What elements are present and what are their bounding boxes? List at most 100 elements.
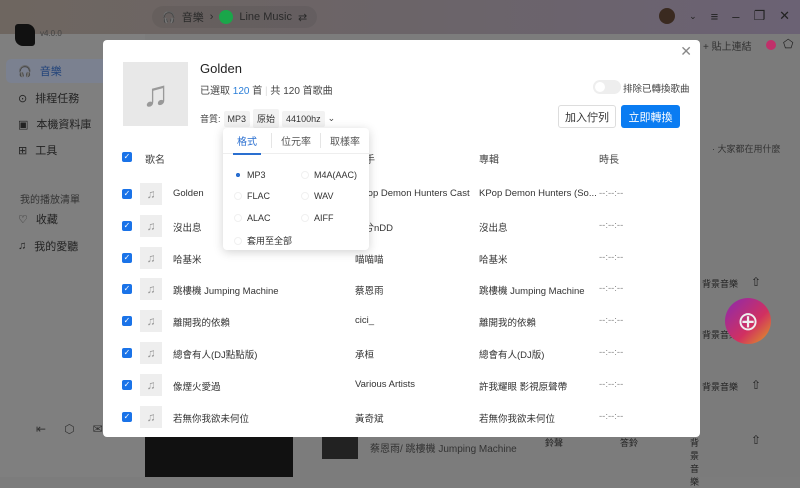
convert-dialog: ✕ ♫ Golden 已選取 120 首 | 共 120 首歌曲 音質: MP3… — [103, 40, 700, 437]
switch-icon[interactable]: ⇄ — [298, 11, 307, 24]
table-row[interactable]: ✓ ♫ Golden KPop Demon Hunters Cast KPop … — [103, 183, 700, 213]
share-icon[interactable]: ⇧ — [751, 433, 761, 447]
close-window-icon[interactable]: ✕ — [779, 8, 790, 24]
ai-icon[interactable] — [766, 40, 776, 50]
breadcrumb[interactable]: 🎧 音樂 › Line Music ⇄ — [152, 6, 318, 28]
settings-icon[interactable]: ⬡ — [64, 422, 74, 436]
table-row[interactable]: ✓ ♫ 若無你我欲未何位 黃奇斌 若無你我欲未何位 --:--:-- — [103, 405, 700, 436]
add-to-queue-button[interactable]: 加入佇列 — [558, 105, 616, 128]
restore-icon[interactable]: ❐ — [753, 8, 765, 24]
song-duration: --:--:-- — [599, 251, 624, 263]
add-convert-fab[interactable]: ⊕ — [725, 298, 771, 344]
chevron-down-icon[interactable]: ⌄ — [328, 113, 336, 124]
song-title: 像煙火愛過 — [173, 381, 221, 393]
row-checkbox[interactable]: ✓ — [122, 252, 132, 263]
crumb-music[interactable]: 音樂 — [182, 9, 204, 25]
option-label: AIFF — [314, 213, 334, 223]
ringtone-button[interactable]: 鈴聲 — [545, 436, 563, 449]
table-row[interactable]: ✓ ♫ 總會有人(DJ點點版) 承桓 總會有人(DJ版) --:--:-- — [103, 342, 700, 372]
song-title: Golden — [173, 188, 204, 199]
column-title: 歌名 — [145, 155, 165, 166]
row-checkbox[interactable]: ✓ — [122, 284, 132, 295]
background-content — [700, 34, 800, 477]
samplerate-chip[interactable]: 44100hz — [282, 110, 325, 127]
share-icon[interactable]: ⇧ — [751, 275, 761, 289]
format-chip[interactable]: MP3 — [223, 110, 251, 127]
total-count: 共 120 首歌曲 — [270, 86, 333, 97]
radio[interactable] — [234, 214, 242, 222]
row-checkbox[interactable]: ✓ — [122, 379, 132, 390]
avatar[interactable] — [659, 8, 676, 24]
convert-now-button[interactable]: 立即轉換 — [621, 105, 680, 128]
headphones-icon: 🎧 — [18, 65, 32, 78]
share-icon[interactable]: ⇧ — [751, 378, 761, 392]
song-duration: --:--:-- — [599, 378, 624, 390]
bgm-button[interactable]: 背景音樂 — [702, 380, 738, 393]
extension-icon[interactable]: ⬠ — [783, 37, 793, 51]
table-row[interactable]: ✓ ♫ 沒出息 本兮nDD 沒出息 --:--:-- — [103, 214, 700, 245]
table-row[interactable]: ✓ ♫ 跳樓機 Jumping Machine 蔡恩雨 跳樓機 Jumping … — [103, 278, 700, 308]
playlist-section-title: 我的播放清單 — [20, 195, 80, 206]
song-title: 哈基米 — [173, 254, 202, 266]
headphones-icon: 🎧 — [162, 11, 176, 24]
bgm-button[interactable]: 背景音樂 — [702, 277, 738, 290]
tab-bitrate[interactable]: 位元率 — [272, 133, 321, 148]
radio[interactable] — [301, 192, 309, 200]
song-title: 跳樓機 Jumping Machine — [173, 286, 279, 298]
line-music-icon — [219, 10, 234, 24]
song-album: 許我耀眼 影視原聲帶 — [479, 381, 568, 393]
collapse-sidebar-icon[interactable]: ⇤ — [36, 422, 46, 436]
option-mp3[interactable]: MP3 — [234, 170, 266, 180]
option-flac[interactable]: FLAC — [234, 191, 270, 201]
mail-icon[interactable]: ✉ — [93, 422, 103, 436]
song-album: 沒出息 — [479, 222, 508, 234]
quality-label: 音質: — [200, 114, 221, 124]
heart-icon: ♡ — [18, 213, 28, 226]
music-note-icon: ♫ — [140, 183, 162, 205]
checkbox[interactable] — [234, 236, 242, 245]
row-checkbox[interactable]: ✓ — [122, 411, 132, 422]
row-checkbox[interactable]: ✓ — [122, 220, 132, 231]
radio[interactable] — [301, 171, 309, 179]
close-icon[interactable]: ✕ — [680, 43, 692, 60]
tab-samplerate[interactable]: 取樣率 — [321, 133, 369, 148]
song-album: 離開我的依賴 — [479, 318, 537, 330]
select-all-checkbox[interactable]: ✓ — [122, 152, 132, 162]
menu-icon[interactable]: ≡ — [711, 9, 719, 24]
bgm-button[interactable]: 背景音樂 — [690, 436, 700, 488]
option-alac[interactable]: ALAC — [234, 213, 271, 223]
option-aiff[interactable]: AIFF — [301, 213, 334, 223]
music-note-icon: ♫ — [140, 278, 162, 301]
radio[interactable] — [301, 214, 309, 222]
option-m4a[interactable]: M4A(AAC) — [301, 170, 357, 180]
exclude-converted-toggle[interactable] — [593, 80, 621, 94]
song-title: 若無你我欲未何位 — [173, 413, 250, 425]
minimize-icon[interactable]: – — [732, 9, 739, 24]
option-label: MP3 — [247, 170, 266, 180]
chevron-down-icon[interactable]: ⌄ — [689, 11, 697, 22]
song-duration: --:--:-- — [599, 347, 624, 358]
song-artist: 承桓 — [355, 350, 375, 361]
callring-button[interactable]: 答鈴 — [620, 436, 638, 449]
song-duration: --:--:-- — [599, 283, 624, 295]
table-row[interactable]: ✓ ♫ 哈基米 喵喵喵 哈基米 --:--:-- — [103, 246, 700, 277]
selected-prefix: 已選取 — [200, 86, 230, 97]
exclude-converted-label: 排除已轉換歌曲 — [623, 84, 690, 95]
row-checkbox[interactable]: ✓ — [122, 348, 132, 358]
grid-icon: ⊞ — [18, 144, 28, 157]
sidebar-item-label: 本機資料庫 — [36, 119, 92, 131]
radio-selected[interactable] — [234, 171, 242, 179]
crumb-source[interactable]: Line Music — [239, 11, 292, 23]
paste-link-button[interactable]: + 貼上連結 — [703, 38, 752, 53]
row-checkbox[interactable]: ✓ — [122, 189, 132, 199]
table-row[interactable]: ✓ ♫ 像煙火愛過 Various Artists 許我耀眼 影視原聲帶 --:… — [103, 373, 700, 404]
option-wav[interactable]: WAV — [301, 191, 334, 201]
row-checkbox[interactable]: ✓ — [122, 316, 132, 327]
apply-to-all[interactable]: 套用至全部 — [234, 234, 292, 247]
table-row[interactable]: ✓ ♫ 離開我的依賴 cici_ 離開我的依賴 --:--:-- — [103, 310, 700, 340]
radio[interactable] — [234, 192, 242, 200]
quality-selector[interactable]: 音質: MP3 原始 44100hz ⌄ — [200, 109, 335, 128]
music-note-icon: ♫ — [140, 405, 162, 428]
tab-format[interactable]: 格式 — [223, 133, 272, 155]
bitrate-chip[interactable]: 原始 — [253, 109, 280, 128]
